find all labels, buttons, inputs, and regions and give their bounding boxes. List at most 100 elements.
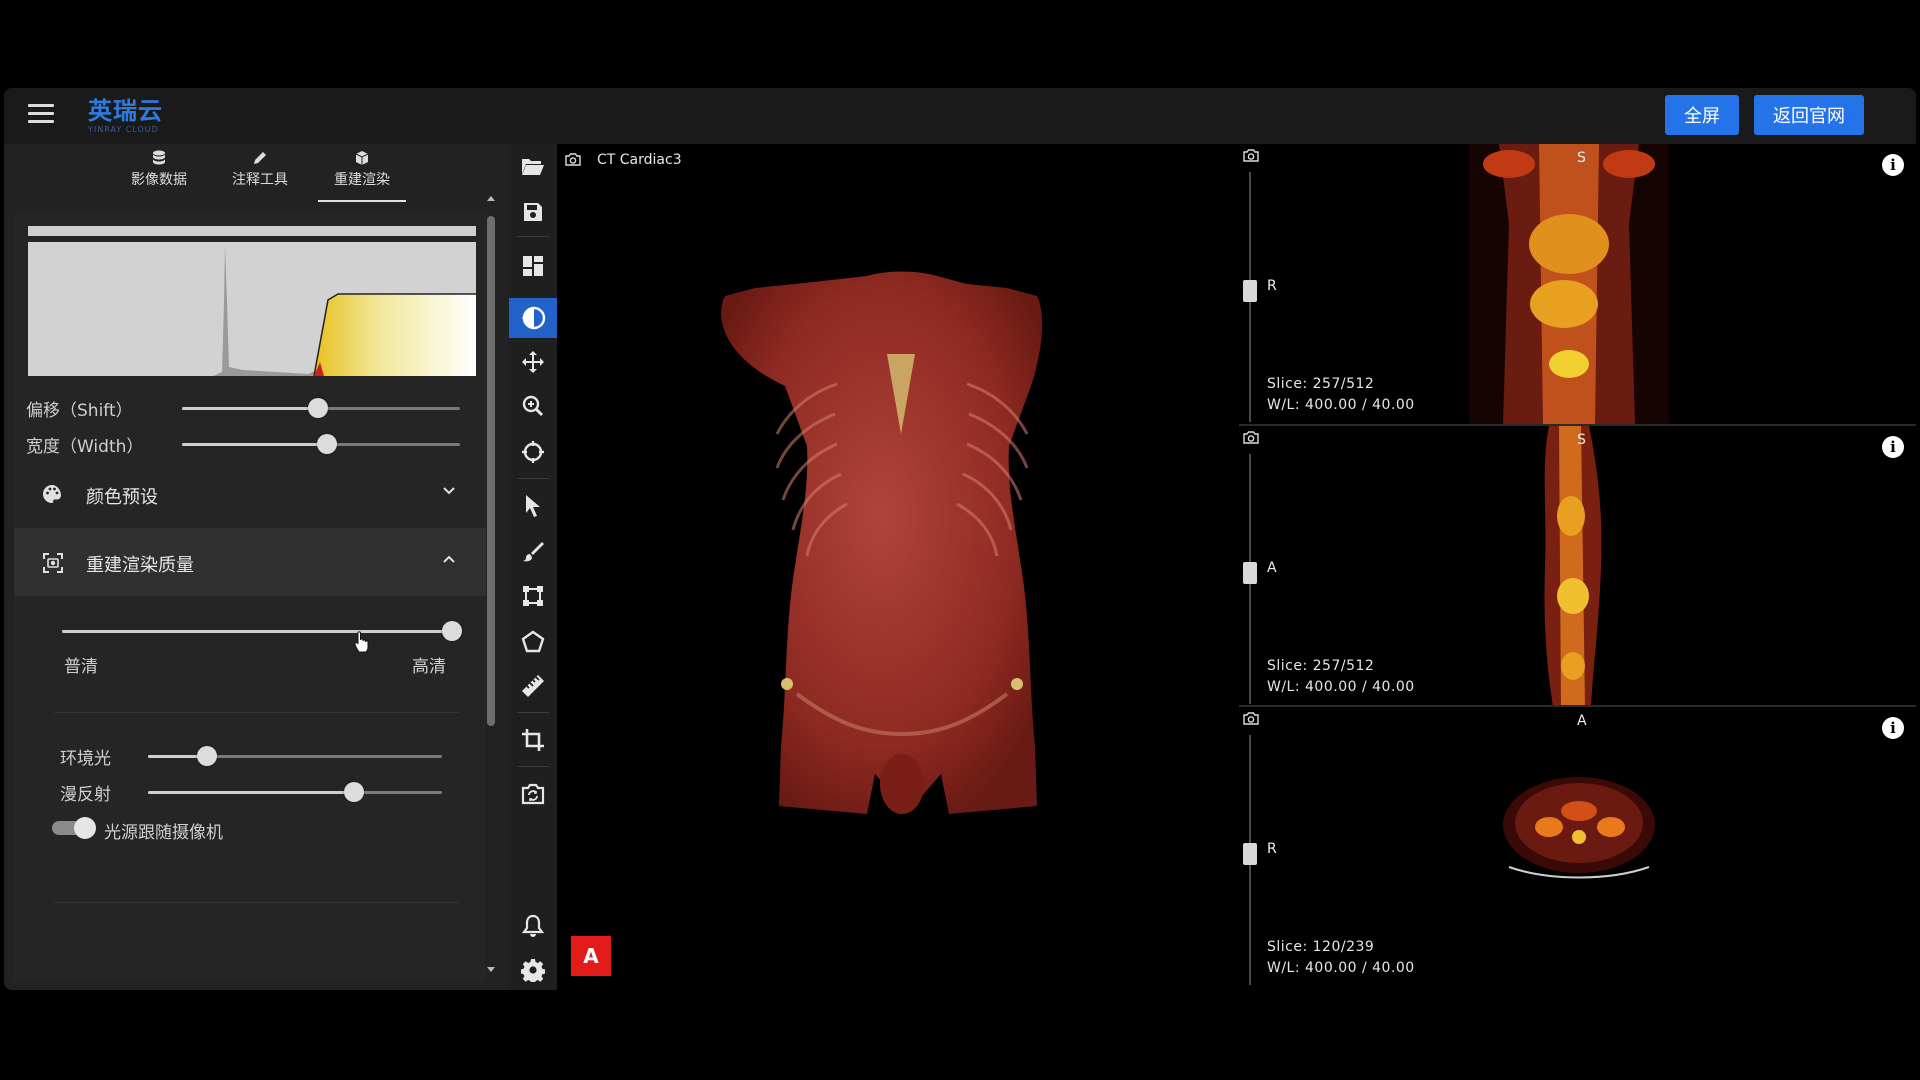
snapshot-icon[interactable] (565, 152, 581, 166)
ruler-button[interactable] (515, 668, 551, 704)
shift-slider-fill (182, 407, 319, 410)
orientation-marker-side: R (1267, 278, 1277, 294)
ambient-light-slider[interactable] (148, 746, 442, 766)
width-slider[interactable] (182, 434, 460, 454)
divider (54, 902, 460, 903)
open-folder-button[interactable] (515, 148, 551, 184)
diffuse-slider[interactable] (148, 782, 442, 802)
toolbar-separator (517, 236, 549, 237)
brush-button[interactable] (515, 534, 551, 570)
left-panel: 影像数据 注释工具 重建渲染 偏移（Shift） 宽度（Width） 颜色预设 … (4, 144, 509, 990)
shift-slider[interactable] (182, 398, 460, 418)
scroll-up-icon[interactable] (486, 194, 496, 202)
snapshot-icon[interactable] (1243, 711, 1259, 725)
slice-number: Slice: 257/512 (1267, 376, 1375, 392)
shift-slider-thumb[interactable] (308, 398, 329, 418)
crop-button[interactable] (515, 722, 551, 758)
orientation-marker-top: S (1577, 432, 1586, 448)
mouse-cursor-icon (354, 631, 369, 653)
slice-number: Slice: 120/239 (1267, 939, 1375, 955)
camera-focus-icon (43, 553, 63, 573)
screenshot-icon (521, 783, 545, 805)
panel-scrollbar[interactable] (484, 194, 498, 974)
tab-annotation-tools[interactable]: 注释工具 (212, 150, 308, 196)
hamburger-menu-icon[interactable] (28, 104, 54, 128)
window-level-button[interactable] (509, 298, 557, 338)
color-preset-label: 颜色预设 (86, 487, 158, 508)
sagittal-viewport[interactable]: S A i Slice: 257/512 W/L: 400.00 / 40.00 (1239, 424, 1916, 707)
volume-render-image (721, 271, 1043, 814)
layout-button[interactable] (515, 248, 551, 284)
orientation-badge[interactable]: A (571, 936, 611, 976)
fullscreen-button[interactable]: 全屏 (1665, 95, 1739, 135)
pan-button[interactable] (515, 344, 551, 380)
diffuse-slider-thumb[interactable] (343, 782, 364, 802)
width-slider-thumb[interactable] (316, 434, 337, 454)
render-quality-slider-thumb[interactable] (442, 621, 462, 641)
toolbar-separator (517, 478, 549, 479)
toolbar-separator (517, 712, 549, 713)
polygon-button[interactable] (515, 624, 551, 660)
bounding-box-button[interactable] (515, 578, 551, 614)
orientation-marker-side: A (1267, 560, 1277, 576)
select-button[interactable] (515, 488, 551, 524)
axial-viewport[interactable]: A R i Slice: 120/239 W/L: 400.00 / 40.00 (1239, 705, 1916, 990)
color-gradient-bar[interactable] (28, 226, 476, 236)
move-icon (522, 351, 544, 373)
snapshot-icon[interactable] (1243, 148, 1259, 162)
transfer-function-histogram[interactable] (28, 242, 476, 377)
crosshair-button[interactable] (515, 434, 551, 470)
quality-low-label: 普清 (64, 657, 98, 677)
light-follow-camera-toggle[interactable] (52, 817, 96, 839)
logo[interactable]: 英瑞云 YINRAY CLOUD (88, 98, 163, 134)
info-icon[interactable]: i (1882, 717, 1904, 739)
back-to-website-button[interactable]: 返回官网 (1754, 95, 1864, 135)
ambient-slider-thumb[interactable] (196, 746, 217, 766)
shift-label: 偏移（Shift） (26, 401, 133, 421)
main-3d-viewport[interactable]: CT Cardiac3 A (557, 144, 1239, 990)
top-bar: 英瑞云 YINRAY CLOUD 全屏 返回官网 (4, 88, 1916, 144)
chevron-up-icon (443, 555, 455, 563)
database-icon (153, 150, 165, 165)
scroll-down-icon[interactable] (486, 966, 496, 974)
slice-info: Slice: 257/512 W/L: 400.00 / 40.00 (1267, 374, 1415, 416)
coronal-viewport[interactable]: S R i Slice: 257/512 W/L: 400.00 / 40.00 (1239, 144, 1916, 424)
settings-icon (521, 959, 545, 982)
render-quality-accordion[interactable]: 重建渲染质量 (14, 528, 486, 596)
tab-image-data[interactable]: 影像数据 (111, 150, 207, 196)
contrast-icon (522, 306, 546, 330)
slice-scroll-handle[interactable] (1243, 843, 1257, 865)
zoom-button[interactable] (515, 388, 551, 424)
sagittal-slice-image (1544, 426, 1602, 707)
notifications-button[interactable] (515, 908, 551, 944)
light-follow-camera-label: 光源跟随摄像机 (104, 823, 223, 843)
logo-text: 英瑞云 (88, 97, 163, 125)
tab-label: 重建渲染 (334, 172, 390, 188)
render-quality-slider-fill (62, 630, 452, 633)
layout-icon (523, 256, 543, 276)
tab-reconstruction-render[interactable]: 重建渲染 (314, 150, 410, 202)
diffuse-label: 漫反射 (60, 785, 111, 805)
axial-slice-image (1503, 777, 1655, 879)
info-icon[interactable]: i (1882, 154, 1904, 176)
settings-button[interactable] (515, 952, 551, 988)
ambient-light-label: 环境光 (60, 749, 111, 769)
chevron-down-icon (443, 487, 455, 495)
slice-scroll-handle[interactable] (1243, 562, 1257, 584)
zoom-icon (522, 395, 544, 417)
divider (54, 712, 460, 713)
pointer-icon (526, 495, 540, 517)
color-preset-accordion[interactable]: 颜色预设 (14, 460, 486, 528)
width-slider-fill (182, 443, 327, 446)
slice-scroll-handle[interactable] (1243, 280, 1257, 302)
orientation-marker-side: R (1267, 841, 1277, 857)
snapshot-icon[interactable] (1243, 430, 1259, 444)
info-icon[interactable]: i (1882, 436, 1904, 458)
scrollbar-thumb[interactable] (487, 216, 495, 726)
render-quality-slider[interactable] (62, 621, 462, 641)
save-button[interactable] (515, 194, 551, 230)
vertical-toolbar (509, 144, 557, 990)
screenshot-button[interactable] (515, 776, 551, 812)
pencil-icon (254, 152, 266, 164)
toggle-knob (74, 817, 96, 839)
